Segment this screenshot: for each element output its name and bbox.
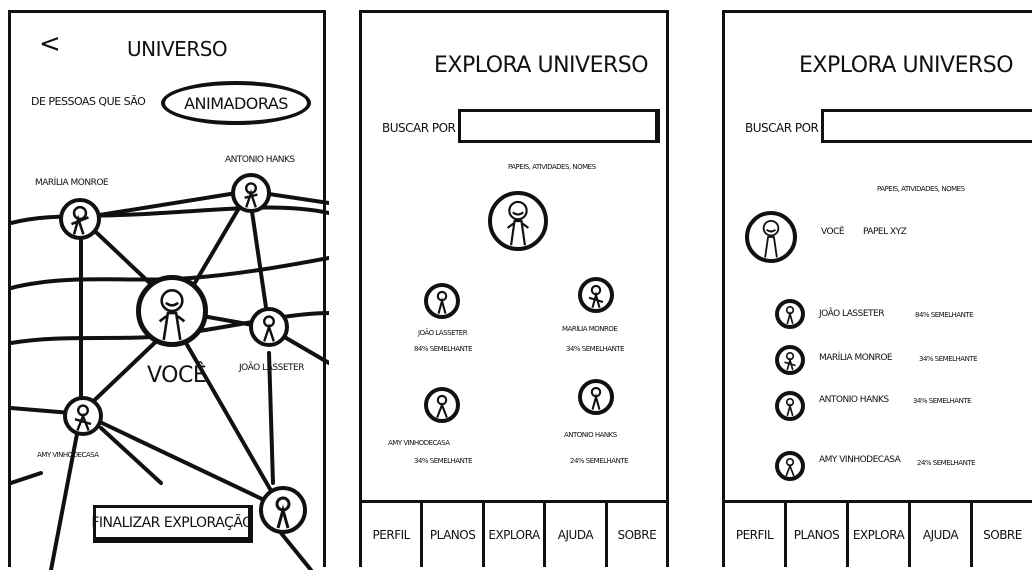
person-icon	[506, 200, 530, 246]
avatar-person[interactable]	[424, 387, 460, 423]
tab-explora[interactable]: EXPLORA	[485, 503, 547, 567]
person-name: ANTONIO HANKS	[564, 431, 617, 439]
avatar-person[interactable]	[775, 345, 805, 375]
person-icon	[71, 205, 89, 235]
tab-perfil[interactable]: PERFIL	[725, 503, 787, 567]
person-similarity: 24% SEMELHANTE	[570, 457, 629, 465]
person-similarity: 34% SEMELHANTE	[913, 397, 972, 405]
avatar-amy[interactable]	[63, 396, 103, 436]
search-label: BUSCAR POR	[382, 121, 456, 135]
tab-perfil[interactable]: PERFIL	[362, 503, 424, 567]
tab-sobre[interactable]: SOBRE	[608, 503, 666, 567]
avatar-you[interactable]	[745, 211, 797, 263]
person-icon	[275, 496, 291, 529]
avatar-joao[interactable]	[249, 307, 289, 347]
person-icon	[588, 284, 604, 308]
person-name: AMY VINHODECASA	[388, 439, 450, 447]
graph-edge	[11, 471, 43, 485]
graph-edge	[11, 406, 73, 415]
graph-edge	[49, 411, 83, 570]
person-icon	[785, 306, 795, 325]
person-icon	[158, 289, 186, 341]
node-label-joao: JOÃO LASSETER	[239, 363, 304, 373]
page-title: EXPLORA UNIVERSO	[434, 53, 649, 78]
graph-edge	[79, 411, 283, 510]
person-icon	[74, 404, 92, 431]
finish-exploration-button[interactable]: FINALIZAR EXPLORAÇÃO	[91, 505, 253, 543]
person-similarity: 84% SEMELHANTE	[915, 311, 974, 319]
person-similarity: 34% SEMELHANTE	[919, 355, 978, 363]
avatar-person[interactable]	[775, 391, 805, 421]
tab-explora[interactable]: EXPLORA	[849, 503, 911, 567]
person-similarity: 34% SEMELHANTE	[566, 345, 625, 353]
avatar-voce[interactable]	[136, 275, 208, 347]
person-similarity: 84% SEMELHANTE	[414, 345, 473, 353]
filter-prefix: DE PESSOAS QUE SÃO	[31, 95, 146, 108]
person-icon	[762, 219, 780, 258]
search-label: BUSCAR POR	[745, 121, 819, 135]
filter-select[interactable]: ANIMADORAS	[161, 81, 311, 125]
node-label-antonio: ANTONIO HANKS	[225, 155, 295, 165]
page-title: UNIVERSO	[127, 37, 228, 61]
you-role: PAPEL XYZ	[863, 227, 907, 237]
avatar-person[interactable]	[424, 283, 460, 319]
tab-ajuda[interactable]: AJUDA	[546, 503, 608, 567]
person-icon	[263, 315, 275, 342]
bottom-nav: PERFIL PLANOS EXPLORA AJUDA SOBRE	[725, 500, 1032, 567]
search-hint: PAPEIS, ATIVIDADES, NOMES	[508, 163, 596, 171]
chevron-left-icon[interactable]: <	[39, 29, 61, 59]
avatar-marilia[interactable]	[59, 198, 101, 240]
avatar-person[interactable]	[578, 379, 614, 415]
tab-ajuda[interactable]: AJUDA	[911, 503, 973, 567]
explore-list-screen: EXPLORA UNIVERSO BUSCAR POR PAPEIS, ATIV…	[722, 10, 1032, 567]
search-input[interactable]	[458, 109, 660, 143]
person-icon	[436, 290, 448, 314]
avatar-person[interactable]	[578, 277, 614, 313]
avatar-person[interactable]	[775, 451, 805, 481]
person-icon	[784, 352, 796, 371]
graph-edge	[279, 531, 313, 570]
back-button[interactable]: <	[39, 29, 61, 59]
you-label: VOCÊ	[821, 227, 845, 237]
person-icon	[590, 386, 602, 410]
node-label-amy: AMY VINHODECASA	[37, 451, 99, 459]
explore-grid-screen: EXPLORA UNIVERSO BUSCAR POR PAPEIS, ATIV…	[359, 10, 669, 567]
person-similarity: 24% SEMELHANTE	[917, 459, 976, 467]
bottom-nav: PERFIL PLANOS EXPLORA AJUDA SOBRE	[362, 500, 666, 567]
search-hint: PAPEIS, ATIVIDADES, NOMES	[877, 185, 965, 193]
person-name: MARÍLIA MONROE	[819, 353, 893, 363]
person-name: JOÃO LASSETER	[418, 329, 468, 337]
universe-screen: < UNIVERSO DE PESSOAS QUE SÃO ANIMADORAS…	[8, 10, 329, 570]
person-icon	[785, 458, 795, 477]
tab-planos[interactable]: PLANOS	[787, 503, 849, 567]
node-label-marilia: MARÍLIA MONROE	[35, 178, 109, 188]
page-title: EXPLORA UNIVERSO	[799, 53, 1014, 78]
avatar-antonio[interactable]	[231, 173, 271, 213]
avatar-unknown[interactable]	[259, 486, 307, 534]
person-icon	[244, 182, 258, 208]
person-icon	[785, 398, 795, 417]
avatar-you[interactable]	[488, 191, 548, 251]
search-input[interactable]	[821, 109, 1032, 143]
person-name: AMY VINHODECASA	[819, 455, 901, 465]
tab-planos[interactable]: PLANOS	[423, 503, 485, 567]
person-icon	[436, 394, 448, 418]
person-name: MARÍLIA MONROE	[562, 325, 618, 333]
tab-sobre[interactable]: SOBRE	[973, 503, 1032, 567]
person-name: ANTONIO HANKS	[819, 395, 889, 405]
person-similarity: 34% SEMELHANTE	[414, 457, 473, 465]
node-label-voce: VOCÊ	[147, 363, 207, 388]
avatar-person[interactable]	[775, 299, 805, 329]
person-name: JOÃO LASSETER	[819, 309, 884, 319]
